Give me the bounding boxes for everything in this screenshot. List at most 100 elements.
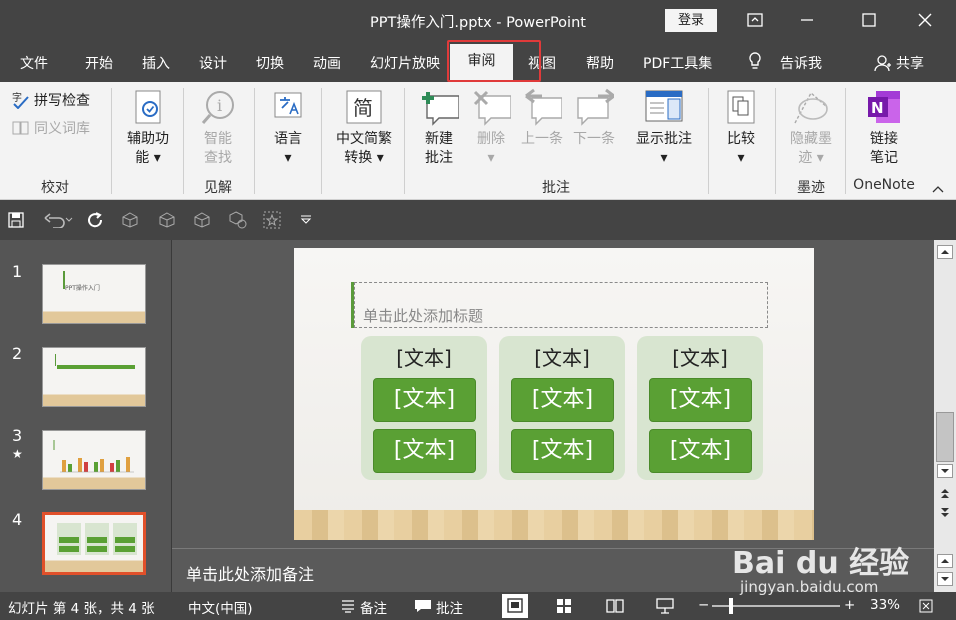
tab-review[interactable]: 审阅: [450, 44, 513, 80]
tab-transitions[interactable]: 切换: [256, 53, 284, 73]
notes-scroll-down-icon[interactable]: [937, 572, 953, 590]
minimize-icon[interactable]: [784, 0, 830, 40]
show-comments-button[interactable]: 显示批注 ▾: [628, 88, 700, 168]
star-frame-icon[interactable]: [262, 210, 282, 230]
cube-icon[interactable]: [120, 210, 140, 230]
notes-placeholder: 单击此处添加备注: [186, 565, 315, 584]
chinese-conversion-label-1: 中文简繁: [336, 131, 392, 147]
content-column-3[interactable]: [文本] [文本] [文本]: [637, 336, 763, 480]
previous-comment-button[interactable]: 上一条: [516, 88, 568, 149]
tab-pdf-tools[interactable]: PDF工具集: [643, 53, 712, 73]
delete-comment-button[interactable]: 删除 ▾: [467, 88, 515, 168]
smart-lookup-label-2: 查找: [204, 150, 232, 166]
accessibility-icon: [128, 88, 168, 126]
comments-toggle-button[interactable]: 批注: [436, 597, 463, 617]
compare-button[interactable]: 比较 ▾: [716, 88, 766, 168]
show-comments-arrow: ▾: [660, 150, 668, 166]
title-placeholder[interactable]: 单击此处添加标题: [354, 282, 768, 328]
hide-ink-label-2: 迹 ▾: [798, 150, 824, 166]
slideshow-icon[interactable]: [656, 598, 674, 618]
slide-thumbnail-4-selected[interactable]: [42, 512, 146, 575]
tab-design[interactable]: 设计: [199, 53, 227, 73]
redo-icon[interactable]: [86, 210, 106, 230]
customize-toolbar-icon[interactable]: [296, 210, 316, 230]
chinese-conversion-button[interactable]: 简 中文简繁 转换 ▾: [328, 88, 400, 168]
linked-notes-button[interactable]: N 链接 笔记: [852, 88, 916, 168]
column-text-box[interactable]: [文本]: [373, 429, 476, 473]
collapse-ribbon-icon[interactable]: [932, 182, 944, 197]
zoom-in-icon[interactable]: +: [844, 597, 855, 613]
close-icon[interactable]: [902, 0, 948, 40]
cube-add-icon[interactable]: [228, 210, 248, 230]
zoom-level[interactable]: 33%: [870, 597, 900, 613]
spelling-check-button[interactable]: 字 拼写检查: [12, 90, 90, 110]
cube-icon[interactable]: [157, 210, 177, 230]
next-comment-icon: [574, 88, 614, 126]
normal-view-icon[interactable]: [502, 594, 528, 618]
tab-home[interactable]: 开始: [85, 53, 113, 73]
column-header: [文本]: [534, 346, 590, 370]
new-comment-button[interactable]: 新建 批注: [412, 88, 466, 168]
undo-icon[interactable]: [42, 210, 76, 230]
content-column-2[interactable]: [文本] [文本] [文本]: [499, 336, 625, 480]
column-text-box[interactable]: [文本]: [511, 378, 614, 422]
next-comment-button[interactable]: 下一条: [568, 88, 620, 149]
tab-insert[interactable]: 插入: [142, 53, 170, 73]
thumbnail-number: 3: [12, 426, 23, 445]
tab-slideshow[interactable]: 幻灯片放映: [370, 53, 440, 73]
scroll-up-icon[interactable]: [937, 245, 953, 263]
hide-ink-button[interactable]: 隐藏墨 迹 ▾: [782, 88, 840, 168]
scroll-down-icon[interactable]: [937, 464, 953, 482]
tab-view[interactable]: 视图: [528, 53, 556, 73]
notes-pane[interactable]: 单击此处添加备注: [172, 548, 934, 592]
slide-thumbnail-2[interactable]: [42, 347, 146, 407]
column-text-box[interactable]: [文本]: [649, 378, 752, 422]
zoom-slider[interactable]: [712, 598, 840, 614]
save-icon[interactable]: [6, 210, 26, 230]
comments-toggle-icon: [414, 599, 432, 617]
reading-view-icon[interactable]: [606, 598, 624, 618]
animation-star-icon: ★: [12, 447, 23, 461]
column-text-box[interactable]: [文本]: [649, 429, 752, 473]
current-slide[interactable]: 单击此处添加标题 [文本] [文本] [文本] [文本] [文本] [文本] […: [294, 248, 814, 540]
slide-thumbnail-3[interactable]: [42, 430, 146, 490]
notes-toggle-button[interactable]: 备注: [360, 597, 387, 617]
tell-me-search[interactable]: 告诉我: [780, 53, 822, 73]
delete-comment-label: 删除: [477, 131, 505, 147]
thesaurus-label: 同义词库: [34, 121, 90, 137]
scroll-thumb[interactable]: [936, 412, 954, 462]
tab-animations[interactable]: 动画: [313, 53, 341, 73]
login-button[interactable]: 登录: [665, 9, 717, 32]
column-text-box[interactable]: [文本]: [511, 429, 614, 473]
previous-slide-icon[interactable]: [939, 486, 951, 504]
tab-help[interactable]: 帮助: [586, 53, 614, 73]
info-icon: i: [198, 88, 238, 126]
delete-comment-icon: [471, 88, 511, 126]
lightbulb-icon: [748, 51, 762, 75]
content-column-1[interactable]: [文本] [文本] [文本]: [361, 336, 487, 480]
next-slide-icon[interactable]: [939, 506, 951, 524]
language-status[interactable]: 中文(中国): [188, 597, 253, 617]
slide-thumbnail-1[interactable]: PPT操作入门: [42, 264, 146, 324]
language-dropdown-arrow: ▾: [284, 150, 292, 166]
wood-floor-decoration: [294, 510, 814, 540]
ribbon-display-options-icon[interactable]: [732, 0, 778, 40]
notes-scrollbar[interactable]: [934, 548, 956, 592]
language-button[interactable]: 语言 ▾: [262, 88, 314, 168]
zoom-slider-thumb[interactable]: [729, 598, 733, 614]
thesaurus-button[interactable]: 同义词库: [12, 118, 90, 138]
smart-lookup-button[interactable]: i 智能 查找: [190, 88, 246, 168]
hide-ink-label-1: 隐藏墨: [790, 131, 832, 147]
fit-to-window-icon[interactable]: [918, 598, 934, 618]
vertical-scrollbar[interactable]: [934, 240, 956, 548]
column-text-box[interactable]: [文本]: [373, 378, 476, 422]
tab-file[interactable]: 文件: [20, 53, 48, 73]
accessibility-button[interactable]: 辅助功 能 ▾: [118, 88, 178, 168]
slide-sorter-icon[interactable]: [556, 598, 572, 618]
notes-scroll-up-icon[interactable]: [937, 554, 953, 572]
chinese-conversion-label-2: 转换 ▾: [344, 150, 384, 166]
share-button[interactable]: 共享: [896, 53, 924, 73]
cube-icon[interactable]: [192, 210, 212, 230]
maximize-icon[interactable]: [846, 0, 892, 40]
zoom-out-icon[interactable]: −: [698, 597, 709, 613]
